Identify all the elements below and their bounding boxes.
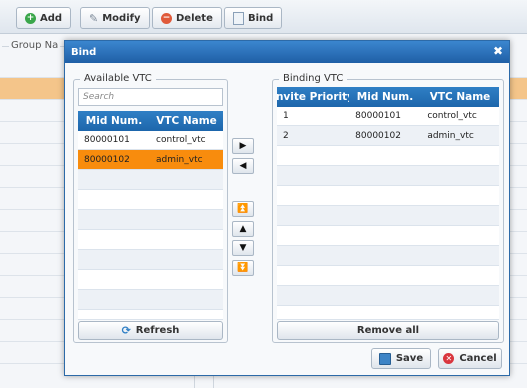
cell-vtc-name: admin_vtc [156,154,203,165]
cell-mid-num: 80000101 [84,135,130,145]
move-up-button[interactable]: ▲ [232,221,254,237]
refresh-icon: ⟳ [121,324,131,337]
bind-button[interactable]: Bind [224,7,283,29]
cell-mid-num: 80000102 [84,154,130,165]
search-placeholder: Search [83,92,115,102]
save-icon [378,352,391,365]
arrow-down-icon: ▼ [239,243,247,253]
cell-vtc-name: admin_vtc [427,130,474,141]
double-down-icon: ⏬ [237,263,249,273]
add-button-label: Add [40,12,63,24]
empty-row [277,206,499,226]
move-top-button[interactable]: ⏫ [232,201,254,217]
cell-priority: 1 [283,111,289,121]
empty-row [78,270,223,290]
arrow-left-icon: ◀ [239,161,247,171]
minus-icon: − [161,12,172,24]
empty-row [78,250,223,270]
double-up-icon: ⏫ [237,204,249,214]
modify-button[interactable]: ✎ Modify [80,7,150,29]
delete-button-label: Delete [176,12,213,24]
cell-priority: 2 [283,130,289,141]
refresh-button[interactable]: ⟳ Refresh [78,321,223,340]
bind-button-label: Bind [248,12,274,24]
available-table-header: Mid Num. VTC Name [78,111,223,131]
dialog-title: Bind [71,46,97,58]
empty-row [277,306,499,320]
remove-all-button-label: Remove all [356,325,420,336]
main-toolbar: + Add ✎ Modify − Delete Bind [0,0,527,34]
move-left-button[interactable]: ◀ [232,158,254,174]
cell-mid-num: 80000101 [355,111,401,121]
empty-row [277,286,499,306]
available-vtc-legend: Available VTC [80,73,156,84]
binding-table-header: Invite Priority Mid Num. VTC Name [277,87,499,107]
cell-mid-num: 80000102 [355,130,401,141]
column-vtc-name[interactable]: VTC Name [150,111,223,131]
empty-row [78,290,223,310]
cell-vtc-name: control_vtc [427,111,477,121]
cancel-icon: ✕ [443,353,455,364]
table-row-selected[interactable]: 80000102 admin_vtc [78,150,223,170]
move-down-button[interactable]: ▼ [232,240,254,256]
remove-all-button[interactable]: Remove all [277,321,499,340]
pencil-icon: ✎ [89,11,99,25]
table-row[interactable]: 1 80000101 control_vtc [277,107,499,126]
save-button[interactable]: Save [371,348,431,369]
empty-row [277,246,499,266]
search-input[interactable]: Search [78,88,223,106]
move-bottom-button[interactable]: ⏬ [232,260,254,276]
plus-icon: + [25,12,36,24]
column-vtc-name[interactable]: VTC Name [421,87,499,107]
table-row[interactable]: 2 80000102 admin_vtc [277,126,499,146]
column-mid-num[interactable]: Mid Num. [78,111,150,131]
close-icon[interactable]: ✖ [493,44,503,58]
modify-button-label: Modify [102,12,141,24]
column-invite-priority[interactable]: Invite Priority [277,87,349,107]
empty-row [277,186,499,206]
move-right-button[interactable]: ▶ [232,138,254,154]
table-row[interactable]: 80000101 control_vtc [78,131,223,150]
column-mid-num[interactable]: Mid Num. [349,87,421,107]
refresh-button-label: Refresh [135,325,180,336]
save-button-label: Save [395,353,424,364]
arrow-up-icon: ▲ [239,224,247,234]
empty-row [78,230,223,250]
bind-dialog: Bind ✖ Available VTC Search Mid Num. VTC… [64,40,510,376]
arrow-right-icon: ▶ [239,141,247,151]
cancel-button[interactable]: ✕ Cancel [438,348,502,369]
cell-vtc-name: control_vtc [156,135,206,145]
empty-row [78,210,223,230]
add-button[interactable]: + Add [16,7,72,29]
empty-row [277,226,499,246]
empty-row [277,166,499,186]
empty-row [78,190,223,210]
cancel-button-label: Cancel [459,353,497,364]
background-group-legend: Group Na [9,40,61,51]
empty-row [78,170,223,190]
bind-icon [233,11,244,25]
binding-vtc-legend: Binding VTC [279,73,348,84]
delete-button[interactable]: − Delete [152,7,222,29]
dialog-titlebar[interactable]: Bind ✖ [65,41,509,63]
empty-row [78,310,223,320]
background-scroll-grip [194,376,214,388]
empty-row [277,266,499,286]
empty-row [277,146,499,166]
